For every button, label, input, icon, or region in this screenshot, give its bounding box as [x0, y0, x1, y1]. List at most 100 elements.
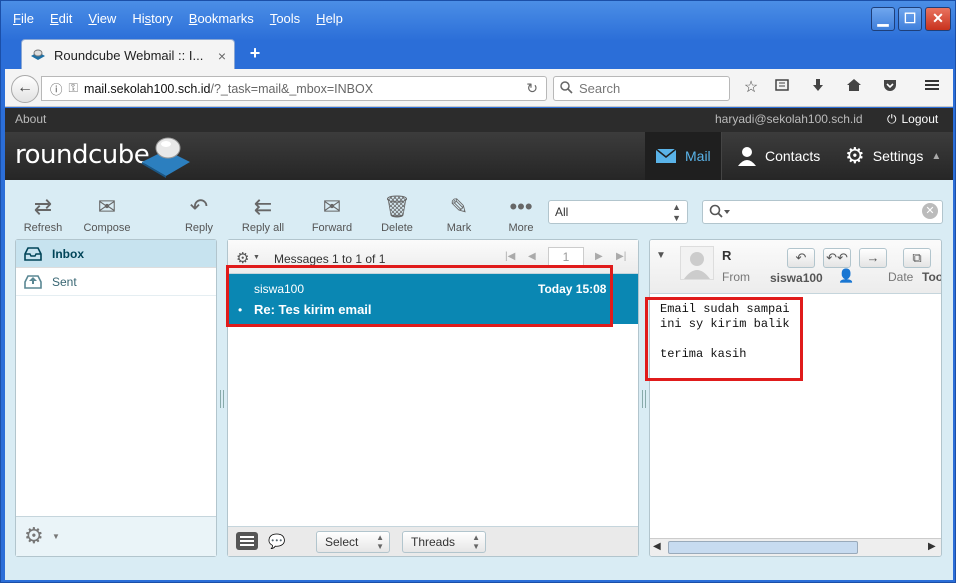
power-icon: ⏻ — [887, 112, 897, 126]
preview-header: ▼ R From siswa100 👤 Date Too ↶ ↶↶ → ⧉ — [650, 240, 941, 294]
clear-search-icon[interactable]: ✕ — [922, 203, 938, 219]
list-splitter[interactable] — [642, 390, 646, 408]
nav-mail[interactable]: Mail — [645, 132, 722, 180]
nav-contacts[interactable]: Contacts — [727, 132, 830, 180]
more-button[interactable]: ••• More — [489, 192, 553, 234]
forward-arrow-icon: → — [866, 250, 880, 265]
close-window-button[interactable]: ✕ — [925, 7, 951, 31]
delete-label: Delete — [381, 222, 413, 234]
inbox-icon — [24, 246, 42, 261]
next-page-icon[interactable]: ▶ — [595, 251, 603, 262]
info-icon[interactable]: ⓘ — [50, 79, 63, 98]
nav-contacts-label: Contacts — [765, 148, 821, 164]
username: haryadi@sekolah100.sch.id — [715, 112, 863, 126]
tools-label[interactable]: Too — [922, 270, 941, 284]
collapse-headers-icon[interactable]: ▼ — [656, 250, 666, 261]
rc-body: ⇄ Refresh ✉ Compose ↶ Reply ⇇ Reply all … — [5, 180, 953, 580]
last-page-icon[interactable]: ▶| — [616, 251, 626, 262]
compose-button[interactable]: ✉ Compose — [75, 192, 139, 234]
reply-label: Reply — [184, 222, 214, 234]
browser-search-input[interactable]: Search — [553, 76, 730, 101]
page-number-input[interactable]: 1 — [548, 247, 584, 267]
pencil-icon: ✎ — [449, 194, 469, 219]
menu-help[interactable]: Help — [308, 7, 351, 30]
scroll-thumb[interactable] — [668, 541, 858, 554]
nav-settings[interactable]: ⚙ Settings ▲ — [835, 132, 951, 180]
navigation-bar: ← ⓘ ⚿ mail.sekolah100.sch.id/?_task=mail… — [5, 69, 953, 107]
key-icon: ⚿ — [68, 81, 79, 95]
refresh-button[interactable]: ⇄ Refresh — [11, 192, 75, 234]
bookmark-star-icon[interactable]: ☆ — [740, 77, 762, 99]
threads-arrows-icon: ▲ ▼ — [472, 533, 480, 551]
folder-settings-gear-icon[interactable]: ⚙ — [24, 523, 44, 549]
tab-roundcube[interactable]: Roundcube Webmail :: I... × — [21, 39, 235, 71]
back-button[interactable]: ← — [11, 75, 39, 103]
forward-button[interactable]: ✉ Forward — [300, 192, 364, 234]
dropdown-caret-icon: ▼ — [52, 532, 60, 541]
downloads-icon[interactable] — [807, 77, 829, 99]
minimize-button[interactable]: ▁ — [871, 7, 895, 31]
reload-icon[interactable]: ↻ — [526, 80, 546, 97]
quick-search-input[interactable]: ✕ — [702, 200, 943, 224]
highlight-message-row — [226, 265, 613, 327]
home-icon[interactable] — [843, 77, 865, 99]
nav-settings-label: Settings — [872, 148, 924, 164]
compose-label: Compose — [83, 222, 131, 234]
menu-history[interactable]: History — [124, 7, 180, 30]
menu-bookmarks[interactable]: Bookmarks — [181, 7, 262, 30]
hamburger-menu-icon[interactable] — [921, 77, 943, 99]
reading-list-icon[interactable] — [771, 77, 793, 99]
rc-header: roundcube Mail Contacts ⚙ Settings ▲ — [5, 132, 953, 180]
message-filter-select[interactable]: All ▲ ▼ — [548, 200, 688, 224]
delete-button[interactable]: 🗑 Delete — [365, 192, 429, 234]
message-preview: ▼ R From siswa100 👤 Date Too ↶ ↶↶ → ⧉ Em… — [649, 239, 942, 557]
select-arrows-icon: ▲ ▼ — [376, 533, 384, 551]
list-view-icon[interactable] — [236, 532, 258, 550]
reply-button[interactable]: ↶ Reply — [167, 192, 231, 234]
new-tab-button[interactable]: + — [243, 43, 267, 65]
forward-label: Forward — [311, 222, 353, 234]
scroll-left-icon[interactable]: ◀ — [653, 541, 661, 552]
message-list-footer: 💬 Select ▲ ▼ Threads ▲ ▼ — [228, 526, 638, 556]
menu-file[interactable]: File — [5, 7, 42, 30]
reply-all-button[interactable]: ⇇ Reply all — [231, 192, 295, 234]
logo-text: roundcube — [15, 140, 150, 170]
roundcube-logo[interactable]: roundcube — [15, 140, 150, 170]
folder-sent[interactable]: Sent — [16, 268, 216, 296]
preview-reply-button[interactable]: ↶ — [787, 248, 815, 268]
search-options-icon[interactable] — [709, 204, 731, 223]
menu-tools[interactable]: Tools — [262, 7, 308, 30]
maximize-button[interactable]: ☐ — [898, 7, 922, 31]
about-link[interactable]: About — [15, 112, 46, 126]
add-contact-icon[interactable]: 👤 — [838, 268, 854, 284]
menu-edit[interactable]: Edit — [42, 7, 80, 30]
menu-view[interactable]: View — [80, 7, 124, 30]
pocket-icon[interactable] — [879, 77, 901, 99]
mark-button[interactable]: ✎ Mark — [427, 192, 491, 234]
folder-sent-label: Sent — [52, 274, 77, 289]
first-page-icon[interactable]: |◀ — [505, 251, 515, 262]
open-new-window-button[interactable]: ⧉ — [903, 248, 931, 268]
url-text: mail.sekolah100.sch.id/?_task=mail&_mbox… — [84, 82, 520, 96]
select-dropdown[interactable]: Select ▲ ▼ — [316, 531, 390, 553]
compose-envelope-icon: ✉ — [97, 194, 117, 219]
scroll-right-icon[interactable]: ▶ — [928, 541, 936, 552]
preview-reply-all-button[interactable]: ↶↶ — [823, 248, 851, 268]
logout-link[interactable]: ⏻ Logout — [887, 112, 938, 127]
gear-icon: ⚙ — [845, 143, 865, 168]
url-path: /?_task=mail&_mbox=INBOX — [210, 81, 374, 96]
folder-list: Inbox Sent ⚙ ▼ — [15, 239, 217, 557]
tab-strip: Roundcube Webmail :: I... × + — [5, 37, 953, 71]
trash-icon: 🗑 — [383, 194, 411, 219]
prev-page-icon[interactable]: ◀ — [528, 251, 536, 262]
url-bar[interactable]: ⓘ ⚿ mail.sekolah100.sch.id/?_task=mail&_… — [41, 76, 547, 101]
threads-dropdown[interactable]: Threads ▲ ▼ — [402, 531, 486, 553]
folder-inbox[interactable]: Inbox — [16, 240, 216, 268]
folder-splitter[interactable] — [220, 390, 224, 408]
preview-forward-button[interactable]: → — [859, 248, 887, 268]
tab-close-icon[interactable]: × — [218, 48, 226, 64]
from-name[interactable]: siswa100 — [770, 271, 823, 285]
threads-view-icon[interactable]: 💬 — [268, 533, 285, 550]
horizontal-scrollbar[interactable]: ◀ ▶ — [650, 538, 941, 556]
mark-label: Mark — [446, 222, 472, 234]
